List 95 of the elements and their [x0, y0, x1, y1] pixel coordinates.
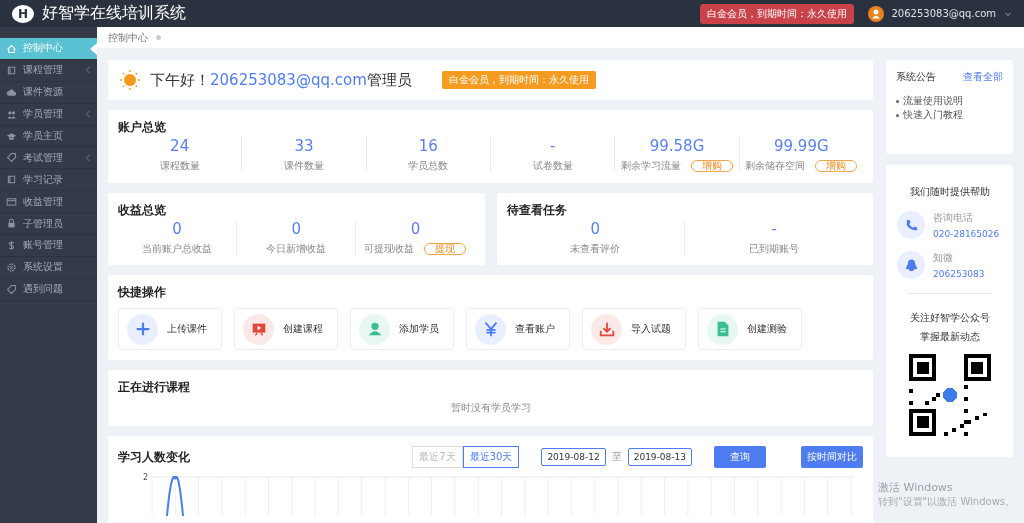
qr-code-icon [908, 354, 991, 436]
quick-action-button[interactable]: 上传课件 [118, 308, 222, 350]
contact-value[interactable]: 206253083 [933, 269, 985, 279]
section-title: 快捷操作 [118, 285, 167, 300]
range-tab[interactable]: 最近30天 [462, 446, 520, 468]
stat-value: 16 [418, 136, 438, 156]
stat-value: 0 [172, 219, 182, 239]
quick-action-button[interactable]: 查看账户 [466, 308, 570, 350]
user-email[interactable]: 206253083@qq.com [891, 8, 996, 19]
stat-value: 99.58G [649, 136, 705, 156]
sidebar-item[interactable]: 账号管理 [0, 235, 97, 257]
tag-icon [6, 152, 17, 164]
stat-label: 已到期账号 [749, 242, 800, 256]
panel-title: 系统公告 [896, 70, 936, 84]
cloud-icon [6, 86, 17, 98]
section-title: 正在进行课程 [118, 380, 191, 395]
sidebar-item[interactable]: 课程管理 [0, 59, 97, 82]
stat-label: 今日新增收益 [266, 242, 327, 256]
action-pill-button[interactable]: 提现 [424, 243, 467, 255]
penguin-icon [897, 251, 925, 279]
settings-icon [6, 261, 17, 273]
query-button[interactable]: 查询 [714, 446, 766, 468]
activation-notice-title: 激活 Windows [878, 480, 954, 495]
action-pill-button[interactable]: 增购 [690, 160, 733, 172]
follow-text: 掌握最新动态 [919, 330, 980, 344]
greeting-text: 下午好！206253083@qq.com管理员 [150, 70, 412, 90]
stat-value: 0 [291, 219, 302, 239]
stat-label: 可提现收益 [364, 242, 415, 256]
stat-label: 当前账户总收益 [142, 242, 213, 256]
quick-action-button[interactable]: 创建测验 [698, 308, 802, 350]
book-icon [6, 64, 17, 76]
membership-badge: 白金会员，到期时间：永久使用 [441, 71, 596, 89]
section-title: 账户总览 [118, 120, 167, 135]
stat-label: 试卷数量 [532, 159, 573, 173]
logo-icon: H [12, 4, 34, 23]
stat-value: 24 [170, 136, 190, 156]
announcement-link[interactable]: 流量使用说明 [903, 94, 963, 108]
contact-label: 咨询电话 [933, 211, 974, 225]
stat-label: 剩余学习流量 [620, 159, 681, 173]
sidebar-item[interactable]: 考试管理 [0, 147, 97, 170]
stat-value: - [771, 219, 777, 239]
card-icon [6, 196, 17, 208]
sidebar-item[interactable]: 学员管理 [0, 103, 97, 126]
empty-message: 暂时没有学员学习 [450, 402, 531, 413]
bullet-icon [896, 113, 899, 117]
graduation-cap-icon [6, 130, 17, 142]
quick-action-button[interactable]: 添加学员 [350, 308, 454, 350]
quick-action-button[interactable]: 创建课程 [234, 308, 338, 350]
section-title: 学习人数变化 [118, 449, 190, 465]
contact-label: 知微 [933, 251, 954, 265]
home-icon [6, 42, 17, 54]
sidebar-item[interactable]: 课件资源 [0, 81, 97, 104]
action-pill-button[interactable]: 增购 [815, 160, 858, 172]
sun-icon [120, 70, 140, 90]
dollar-icon [6, 239, 17, 251]
quick-action-button[interactable]: 导入试题 [582, 308, 686, 350]
tag-icon [6, 283, 17, 295]
sidebar-item[interactable]: 系统设置 [0, 256, 97, 279]
stat-value: - [549, 136, 556, 156]
compare-button[interactable]: 按时间对比 [801, 446, 863, 468]
stat-label: 未查看评价 [570, 242, 621, 256]
view-all-link[interactable]: 查看全部 [963, 70, 1003, 84]
sidebar-item[interactable]: 收益管理 [0, 191, 97, 214]
range-separator: 至 [611, 450, 622, 464]
people-icon [6, 108, 17, 120]
sidebar-item[interactable]: 学员主页 [0, 125, 97, 148]
stat-label: 学员总数 [408, 159, 449, 173]
stat-value: 99.99G [774, 136, 829, 156]
stat-value: 0 [590, 219, 601, 239]
phone-icon [897, 211, 925, 239]
panel-title: 我们随时提供帮助 [909, 185, 990, 199]
sidebar-item[interactable]: 遇到问题 [0, 278, 97, 301]
stat-value: 33 [294, 136, 314, 156]
membership-badge: 白金会员，到期时间：永久使用 [699, 3, 854, 24]
breadcrumb[interactable]: 控制中心 [108, 30, 148, 45]
contact-value[interactable]: 020-28165026 [933, 229, 1000, 239]
lock-icon [6, 218, 17, 230]
stat-label: 课件数量 [284, 159, 324, 173]
y-axis-label: 2 [141, 473, 149, 482]
announcement-link[interactable]: 快速入门教程 [903, 108, 963, 122]
app-title: 好智学在线培训系统 [42, 3, 186, 24]
sidebar-item[interactable]: 学习记录 [0, 169, 97, 192]
section-title: 收益总览 [118, 203, 167, 218]
stat-label: 课程数量 [159, 159, 200, 173]
stat-label: 剩余储存空间 [745, 159, 806, 173]
activation-notice-text: 转到"设置"以激活 Windows。 [878, 495, 1013, 509]
end-date-field[interactable]: 2019-08-13 [627, 448, 692, 466]
bullet-icon [896, 99, 899, 103]
book-icon [6, 174, 17, 186]
follow-text: 关注好智学公众号 [909, 311, 990, 325]
stat-value: 0 [410, 219, 421, 239]
sidebar-item[interactable]: 子管理员 [0, 213, 97, 235]
start-date-field[interactable]: 2019-08-12 [541, 448, 606, 466]
user-avatar-icon[interactable] [867, 5, 884, 22]
section-title: 待查看任务 [506, 203, 568, 218]
